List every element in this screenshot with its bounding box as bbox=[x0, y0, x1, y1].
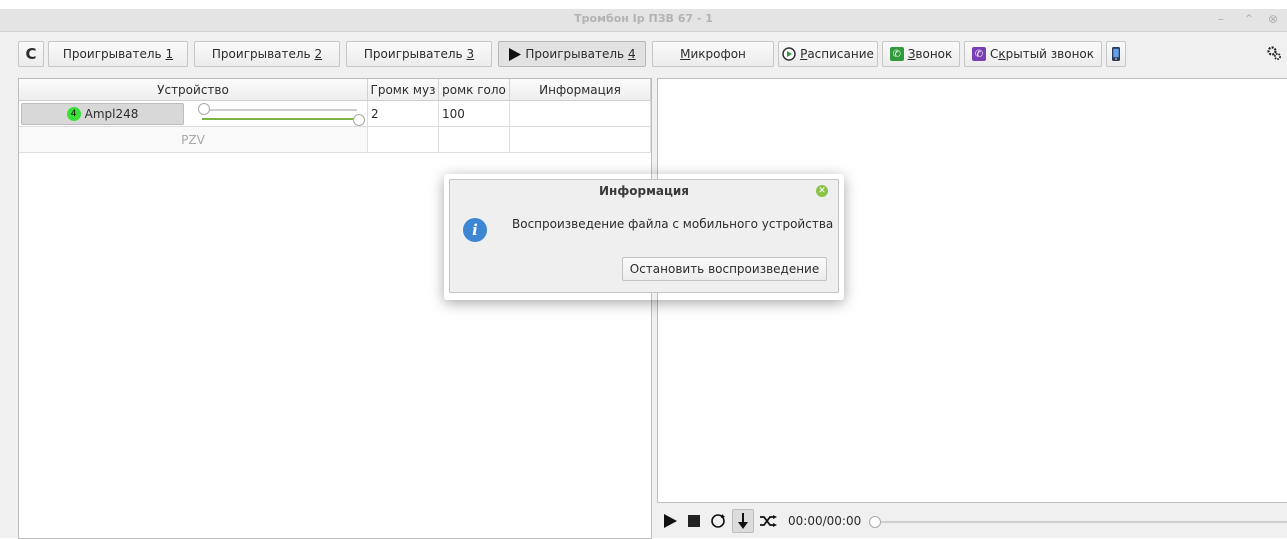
hidden-call-label: рытый звонок bbox=[1005, 47, 1095, 61]
toolbar: C Проигрыватель 1 Проигрыватель 2 Проигр… bbox=[0, 40, 1287, 68]
info-cell bbox=[510, 101, 651, 127]
device-group-pzv[interactable]: PZV bbox=[19, 127, 368, 153]
voice-volume-cell[interactable]: 100 bbox=[439, 101, 510, 127]
tab-label-key: 3 bbox=[466, 47, 475, 61]
tab-label: Проигрыватель bbox=[525, 47, 628, 61]
settings-gear-icon[interactable] bbox=[1266, 45, 1282, 64]
tab-label: Проигрыватель bbox=[211, 47, 315, 61]
stop-playback-button[interactable]: Остановить воспроизведение bbox=[622, 257, 827, 281]
device-table: Устройство Громк муз ромк голо Информаци… bbox=[18, 78, 652, 539]
minimize-icon[interactable]: – bbox=[1218, 12, 1224, 26]
tab-player-1[interactable]: Проигрыватель 1 bbox=[48, 41, 188, 67]
dialog-message: Воспроизведение файла с мобильного устро… bbox=[512, 217, 834, 231]
seek-bar-track[interactable] bbox=[869, 521, 1287, 523]
music-volume-cell[interactable]: 2 bbox=[368, 101, 439, 127]
phone-hidden-icon: ✆ bbox=[971, 47, 986, 61]
play-button[interactable] bbox=[659, 509, 681, 533]
device-badge: 4 bbox=[66, 107, 81, 121]
mobile-phone-icon bbox=[1112, 47, 1120, 61]
playback-time: 00:00/00:00 bbox=[788, 514, 862, 528]
volume-slider-handle-top[interactable] bbox=[198, 103, 210, 115]
tab-label-key: 4 bbox=[627, 47, 636, 61]
microphone-button[interactable]: Микрофон bbox=[652, 41, 774, 67]
info-dialog: Информация ✕ i Воспроизведение файла с м… bbox=[449, 179, 839, 293]
stop-icon bbox=[688, 515, 700, 527]
play-icon bbox=[509, 47, 522, 61]
repeat-button[interactable] bbox=[707, 509, 729, 533]
hidden-call-button[interactable]: ✆ Скрытый звонок bbox=[964, 41, 1102, 67]
title-bar: Тромбон Ip ПЗВ 67 - 1 – ⌃ ⊗ bbox=[0, 9, 1287, 32]
mobile-button[interactable] bbox=[1106, 41, 1126, 67]
phone-icon: ✆ bbox=[889, 47, 904, 61]
tab-label: Проигрыватель bbox=[363, 47, 467, 61]
device-name: Ampl248 bbox=[84, 107, 139, 121]
download-button[interactable] bbox=[732, 509, 754, 533]
call-button[interactable]: ✆ Звонок bbox=[882, 41, 960, 67]
shuffle-icon bbox=[759, 515, 777, 527]
device-cell: 4 Ampl248 bbox=[19, 101, 368, 127]
stop-button[interactable] bbox=[683, 509, 705, 533]
tab-player-2[interactable]: Проигрыватель 2 bbox=[194, 41, 340, 67]
shuffle-button[interactable] bbox=[757, 509, 779, 533]
seek-bar-handle[interactable] bbox=[869, 516, 881, 528]
dialog-close-icon[interactable]: ✕ bbox=[816, 185, 828, 197]
repeat-icon bbox=[711, 514, 725, 528]
volume-slider-track-bottom bbox=[202, 118, 355, 120]
tab-player-4[interactable]: Проигрыватель 4 bbox=[498, 41, 646, 67]
device-button[interactable]: 4 Ampl248 bbox=[21, 103, 184, 125]
info-cell bbox=[510, 127, 651, 153]
info-icon: i bbox=[463, 218, 487, 242]
col-header-voice-volume[interactable]: ромк голо bbox=[439, 79, 510, 101]
col-header-info[interactable]: Информация bbox=[510, 79, 651, 101]
volume-slider-track-top bbox=[204, 109, 357, 111]
call-label: вонок bbox=[915, 47, 953, 61]
tab-label: Проигрыватель bbox=[62, 47, 166, 61]
dialog-title: Информация bbox=[599, 184, 689, 198]
col-header-music-volume[interactable]: Громк муз bbox=[368, 79, 439, 101]
mic-label: икрофон bbox=[690, 47, 746, 61]
play-icon bbox=[664, 514, 677, 528]
tab-label-key: 1 bbox=[165, 47, 174, 61]
schedule-button[interactable]: Расписание bbox=[778, 41, 878, 67]
close-icon[interactable]: ⊗ bbox=[1268, 12, 1278, 26]
clock-icon bbox=[782, 47, 796, 61]
refresh-icon: C bbox=[25, 45, 37, 63]
voice-volume-cell[interactable] bbox=[439, 127, 510, 153]
col-header-device[interactable]: Устройство bbox=[19, 79, 368, 101]
down-arrow-icon bbox=[738, 513, 748, 529]
tab-label-key: 2 bbox=[314, 47, 323, 61]
tab-player-3[interactable]: Проигрыватель 3 bbox=[346, 41, 492, 67]
schedule-label: асписание bbox=[807, 47, 874, 61]
hidden-call-label-key: к bbox=[998, 47, 1006, 61]
window-title: Тромбон Ip ПЗВ 67 - 1 bbox=[574, 12, 713, 25]
maximize-icon[interactable]: ⌃ bbox=[1244, 12, 1254, 26]
music-volume-cell[interactable] bbox=[368, 127, 439, 153]
volume-slider-handle-bottom[interactable] bbox=[353, 114, 365, 126]
refresh-button[interactable]: C bbox=[18, 41, 44, 67]
player-controls: 00:00/00:00 bbox=[657, 506, 1287, 538]
mic-label-key: М bbox=[680, 47, 691, 61]
